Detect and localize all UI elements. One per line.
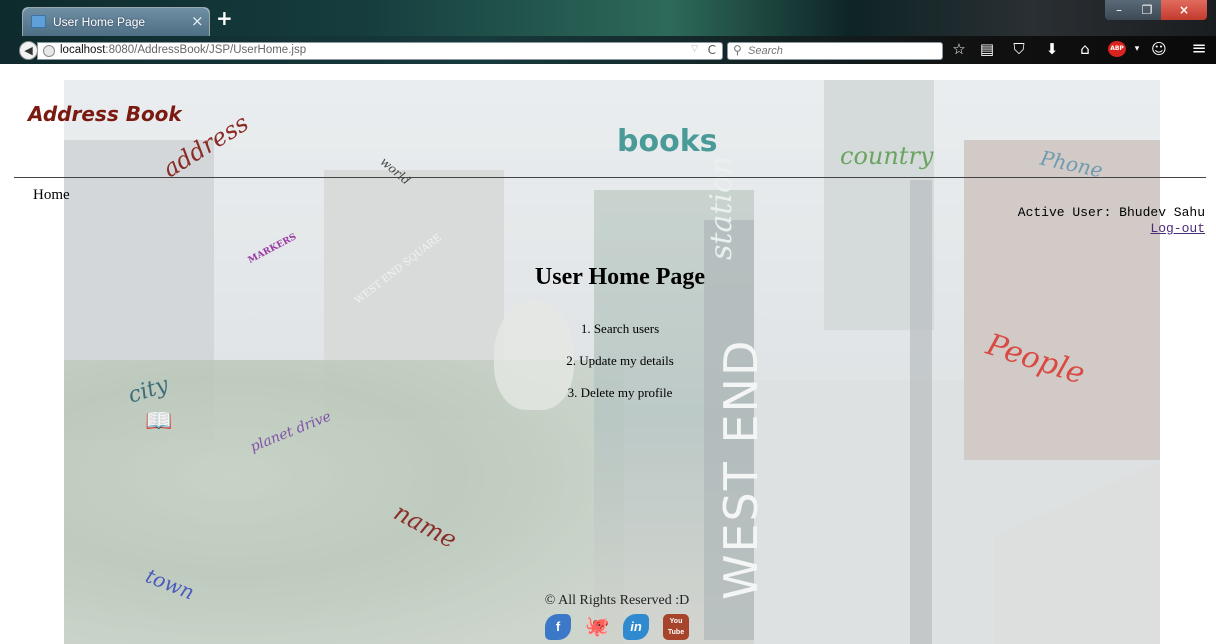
browser-titlebar: User Home Page × + – ❐ × <box>0 0 1216 36</box>
active-user-label: Active User: Bhudev Sahu <box>1017 205 1205 220</box>
menu-item-delete-profile: 3. Delete my profile <box>0 385 1216 417</box>
search-box[interactable]: ⚲ <box>727 42 943 60</box>
delete-profile-link[interactable]: 3. Delete my profile <box>568 385 673 400</box>
youtube-label: You Tube <box>667 618 685 636</box>
footer-copyright: © All Rights Reserved :D <box>544 593 690 608</box>
linkedin-label: in <box>630 619 642 634</box>
window-close-button[interactable]: × <box>1161 0 1207 20</box>
window-maximize-button[interactable]: ❐ <box>1133 0 1161 20</box>
bookmark-star-icon[interactable]: ☆ <box>950 40 968 58</box>
tab-close-icon[interactable]: × <box>191 12 204 30</box>
header-divider <box>14 177 1206 178</box>
linkedin-icon[interactable]: in <box>623 614 649 640</box>
user-menu: 1. Search users 2. Update my details 3. … <box>0 321 1216 417</box>
adblock-plus-icon[interactable]: ABP <box>1108 41 1126 57</box>
nav-home-link[interactable]: Home <box>33 187 70 204</box>
facebook-icon[interactable]: f <box>545 614 571 640</box>
facebook-label: f <box>555 619 561 634</box>
reload-icon[interactable]: C <box>708 43 716 57</box>
new-tab-button[interactable]: + <box>216 6 233 30</box>
search-icon: ⚲ <box>733 43 742 57</box>
tab-title: User Home Page <box>53 15 146 29</box>
menu-item-update-details: 2. Update my details <box>0 353 1216 385</box>
update-details-link[interactable]: 2. Update my details <box>566 353 674 368</box>
url-text[interactable]: localhost:8080/AddressBook/JSP/UserHome.… <box>60 44 306 56</box>
url-path: :8080/AddressBook/JSP/UserHome.jsp <box>105 44 307 56</box>
browser-tab[interactable]: User Home Page × <box>22 7 210 36</box>
bg-word-country: country <box>840 142 934 170</box>
browser-navbar: ◀ localhost:8080/AddressBook/JSP/UserHom… <box>0 36 1216 64</box>
back-arrow-icon: ◀ <box>24 44 33 57</box>
menu-icon[interactable]: ≡ <box>1190 40 1208 58</box>
web-page: WEST END station address world books cou… <box>0 64 1216 644</box>
back-button[interactable]: ◀ <box>19 41 38 60</box>
download-icon[interactable]: ⬇ <box>1043 40 1061 58</box>
url-host: localhost <box>60 44 106 56</box>
adblock-dropdown-icon[interactable]: ▾ <box>1128 40 1146 58</box>
address-bar[interactable]: localhost:8080/AddressBook/JSP/UserHome.… <box>37 42 723 60</box>
home-icon[interactable]: ⌂ <box>1076 40 1094 58</box>
menu-item-search-users: 1. Search users <box>0 321 1216 353</box>
chat-icon[interactable]: ☺ <box>1150 40 1168 58</box>
pocket-icon[interactable]: ⛉ <box>1010 40 1028 58</box>
logout-link[interactable]: Log-out <box>1150 221 1205 236</box>
history-dropdown-icon[interactable]: ▽ <box>691 44 698 54</box>
bg-word-books: books <box>617 124 718 159</box>
page-title: User Home Page <box>534 264 706 290</box>
search-users-link[interactable]: 1. Search users <box>581 321 659 336</box>
globe-icon <box>43 45 55 57</box>
youtube-icon[interactable]: You Tube <box>663 614 689 640</box>
window-minimize-button[interactable]: – <box>1105 0 1133 20</box>
search-input[interactable] <box>748 44 938 58</box>
bookmarks-list-icon[interactable]: ▤ <box>978 40 996 58</box>
site-brand[interactable]: Address Book <box>28 102 182 126</box>
github-octocat-icon[interactable]: 🐙 <box>584 614 610 640</box>
page-favicon-icon <box>31 15 46 28</box>
